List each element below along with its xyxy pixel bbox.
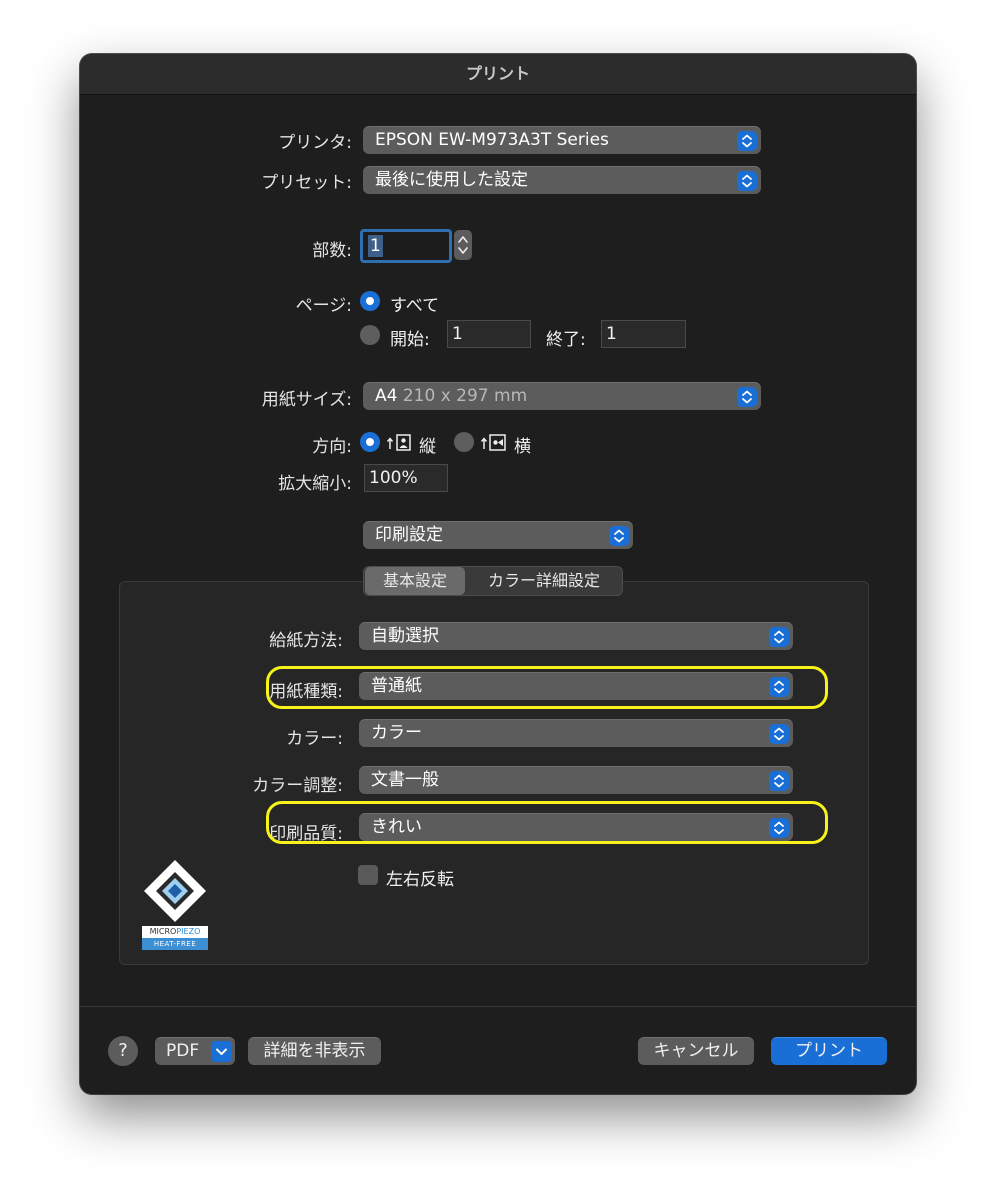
preset-label: プリセット: — [261, 173, 352, 193]
orientation-landscape-label: 横 — [514, 437, 531, 457]
hide-details-button[interactable]: 詳細を非表示 — [248, 1037, 381, 1065]
pages-to-label: 終了: — [546, 330, 586, 350]
paper-size-label: 用紙サイズ: — [261, 390, 352, 410]
scale-label: 拡大縮小: — [278, 474, 352, 494]
updown-chevron-icon — [737, 387, 757, 407]
footer-separator — [80, 1006, 916, 1007]
highlight-quality — [266, 801, 828, 844]
paper-size-name: A4 — [375, 386, 398, 406]
color-popup[interactable]: カラー — [359, 719, 793, 747]
pdf-menu-button[interactable]: PDF — [155, 1037, 235, 1065]
scale-field[interactable]: 100% — [364, 464, 448, 492]
help-button[interactable]: ? — [108, 1036, 138, 1066]
landscape-orientation-icon — [480, 434, 506, 451]
tab-basic-settings[interactable]: 基本設定 — [365, 567, 465, 595]
pages-to-field[interactable]: 1 — [601, 320, 686, 348]
preset-popup[interactable]: 最後に使用した設定 — [363, 166, 761, 194]
color-label: カラー: — [286, 729, 343, 749]
paper-source-value: 自動選択 — [371, 626, 439, 646]
mirror-label: 左右反転 — [386, 870, 454, 890]
print-button[interactable]: プリント — [771, 1037, 887, 1065]
printer-value: EPSON EW-M973A3T Series — [375, 130, 609, 150]
updown-chevron-icon — [769, 627, 789, 647]
copies-input[interactable]: 1 — [360, 229, 452, 263]
section-popup[interactable]: 印刷設定 — [363, 521, 633, 549]
color-value: カラー — [371, 723, 422, 743]
color-adjust-label: カラー調整: — [252, 776, 343, 796]
dialog-title: プリント — [80, 54, 916, 95]
paper-source-popup[interactable]: 自動選択 — [359, 622, 793, 650]
paper-size-dims: 210 x 297 mm — [402, 386, 528, 406]
logo-piezo: PIEZO — [176, 927, 201, 936]
pages-all-label: すべて — [390, 296, 440, 316]
logo-text-bottom: HEAT-FREE — [142, 938, 208, 950]
color-adjust-popup[interactable]: 文書一般 — [359, 766, 793, 794]
printer-label: プリンタ: — [278, 133, 352, 153]
pages-from-label: 開始: — [390, 330, 430, 350]
updown-chevron-icon — [609, 526, 629, 546]
pdf-label: PDF — [166, 1041, 200, 1061]
portrait-orientation-icon — [386, 434, 411, 451]
pages-all-radio[interactable] — [360, 291, 380, 311]
logo-micro: MICRO — [149, 927, 177, 936]
chevron-down-icon — [211, 1041, 232, 1062]
orientation-landscape-radio[interactable] — [454, 432, 474, 452]
paper-source-label: 給紙方法: — [269, 631, 343, 651]
cancel-button[interactable]: キャンセル — [638, 1037, 754, 1065]
settings-tabs: 基本設定 カラー詳細設定 — [363, 566, 623, 596]
color-adjust-value: 文書一般 — [371, 770, 439, 790]
pages-label: ページ: — [295, 296, 352, 316]
preset-value: 最後に使用した設定 — [375, 170, 528, 190]
highlight-media-type — [266, 666, 828, 709]
print-dialog: プリント プリンタ: EPSON EW-M973A3T Series プリセット… — [80, 54, 916, 1094]
printer-popup[interactable]: EPSON EW-M973A3T Series — [363, 126, 761, 154]
settings-panel: 給紙方法: 自動選択 用紙種類: 普通紙 カラー: カラー カラー調整: 文書一… — [119, 581, 869, 965]
logo-text-top: MICROPIEZO — [142, 926, 208, 938]
mirror-checkbox[interactable] — [358, 865, 378, 885]
copies-stepper[interactable] — [454, 230, 472, 260]
copies-value: 1 — [368, 235, 383, 257]
tab-color-advanced[interactable]: カラー詳細設定 — [467, 567, 621, 595]
updown-chevron-icon — [737, 131, 757, 151]
updown-chevron-icon — [769, 724, 789, 744]
updown-chevron-icon — [737, 171, 757, 191]
stepper-arrows-icon — [458, 236, 468, 254]
pages-from-field[interactable]: 1 — [447, 320, 531, 348]
paper-size-popup[interactable]: A4 210 x 297 mm — [363, 382, 761, 410]
orientation-portrait-label: 縦 — [419, 437, 436, 457]
section-value: 印刷設定 — [375, 525, 443, 545]
micro-piezo-logo: MICROPIEZO HEAT-FREE — [142, 858, 208, 952]
updown-chevron-icon — [769, 771, 789, 791]
micro-piezo-diamond-icon — [144, 860, 206, 922]
orientation-portrait-radio[interactable] — [360, 432, 380, 452]
pages-range-radio[interactable] — [360, 325, 380, 345]
copies-label: 部数: — [312, 241, 352, 261]
orientation-label: 方向: — [312, 437, 352, 457]
